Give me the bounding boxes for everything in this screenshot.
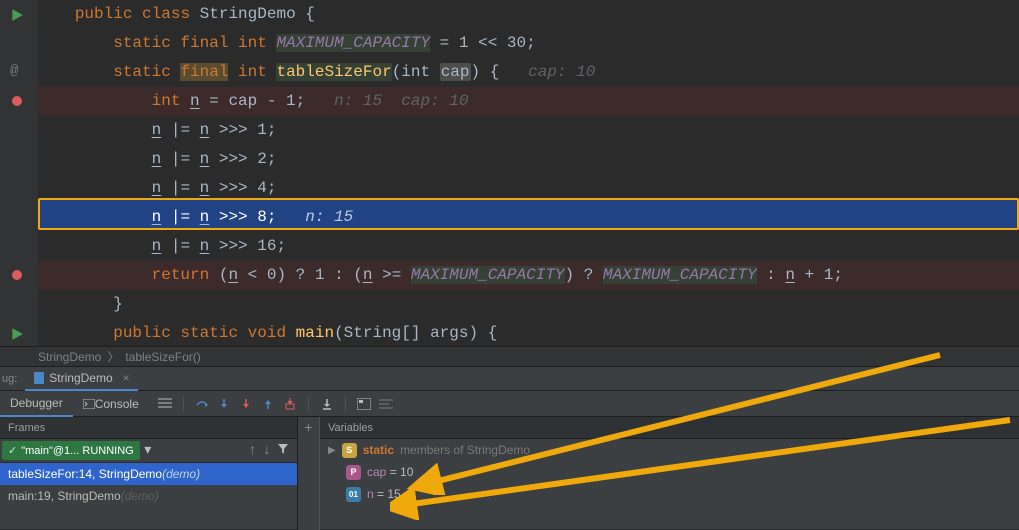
run-icon[interactable] xyxy=(10,8,24,22)
code-line[interactable]: } xyxy=(38,290,1019,319)
stack-frame[interactable]: main:19, StringDemo (demo) xyxy=(0,485,297,507)
at-gutter-icon: @ xyxy=(10,63,18,79)
var-n[interactable]: 01 n = 15 xyxy=(320,483,1019,505)
thread-selector[interactable]: ✓ "main"@1... RUNNING xyxy=(2,441,140,460)
code-line[interactable]: int n = cap - 1; n: 15 cap: 10 xyxy=(38,87,1019,116)
console-icon xyxy=(83,399,95,409)
trace-icon[interactable] xyxy=(378,396,394,412)
breadcrumb[interactable]: StringDemo 〉 tableSizeFor() xyxy=(0,346,1019,366)
var-static[interactable]: ▶ S static members of StringDemo xyxy=(320,439,1019,461)
breadcrumb-method[interactable]: tableSizeFor() xyxy=(125,350,200,364)
code-line[interactable]: n |= n >>> 16; xyxy=(38,232,1019,261)
code-line[interactable]: n |= n >>> 1; xyxy=(38,116,1019,145)
editor-gutter: @ xyxy=(0,0,38,346)
filter-icon[interactable] xyxy=(277,443,289,455)
stack-frame[interactable]: tableSizeFor:14, StringDemo (demo) xyxy=(0,463,297,485)
code-line[interactable]: n |= n >>> 4; xyxy=(38,174,1019,203)
step-over-icon[interactable] xyxy=(194,396,210,412)
frames-header: Frames xyxy=(0,417,297,439)
code-line[interactable]: n |= n >>> 8; n: 15 xyxy=(38,203,1019,232)
var-cap[interactable]: P cap = 10 xyxy=(320,461,1019,483)
close-icon[interactable]: × xyxy=(123,371,130,385)
expand-icon[interactable]: ▶ xyxy=(328,445,336,456)
code-editor[interactable]: public class StringDemo { static final i… xyxy=(38,0,1019,346)
tab-debugger[interactable]: Debugger xyxy=(0,391,73,417)
code-line[interactable]: static final int MAXIMUM_CAPACITY = 1 <<… xyxy=(38,29,1019,58)
code-line[interactable]: public static void main(String[] args) { xyxy=(38,319,1019,348)
next-frame-icon[interactable]: ↓ xyxy=(263,443,271,459)
force-step-into-icon[interactable] xyxy=(238,396,254,412)
code-line[interactable]: public class StringDemo { xyxy=(38,0,1019,29)
add-watch-icon[interactable]: + xyxy=(304,421,312,437)
breakpoint-icon[interactable] xyxy=(12,270,22,280)
variables-header: Variables xyxy=(320,417,1019,439)
step-into-icon[interactable] xyxy=(216,396,232,412)
run-icon[interactable] xyxy=(10,327,24,341)
code-line[interactable]: return (n < 0) ? 1 : (n >= MAXIMUM_CAPAC… xyxy=(38,261,1019,290)
static-badge-icon: S xyxy=(342,443,357,458)
chevron-down-icon[interactable]: ▾ xyxy=(141,442,155,459)
prev-frame-icon[interactable]: ↑ xyxy=(248,443,256,459)
list-icon[interactable] xyxy=(157,396,173,412)
breakpoint-icon[interactable] xyxy=(12,96,22,106)
run-to-cursor-icon[interactable] xyxy=(319,396,335,412)
code-line[interactable]: static final int tableSizeFor(int cap) {… xyxy=(38,58,1019,87)
param-badge-icon: P xyxy=(346,465,361,480)
side-label: ug: xyxy=(2,373,17,385)
drop-frame-icon[interactable] xyxy=(282,396,298,412)
step-out-icon[interactable] xyxy=(260,396,276,412)
code-line[interactable]: n |= n >>> 2; xyxy=(38,145,1019,174)
debug-tab-stringdemo[interactable]: StringDemo × xyxy=(25,367,137,391)
evaluate-icon[interactable] xyxy=(356,396,372,412)
int-badge-icon: 01 xyxy=(346,487,361,502)
breadcrumb-class[interactable]: StringDemo xyxy=(38,350,101,364)
file-icon xyxy=(33,372,45,384)
tab-console[interactable]: Console xyxy=(73,391,149,417)
